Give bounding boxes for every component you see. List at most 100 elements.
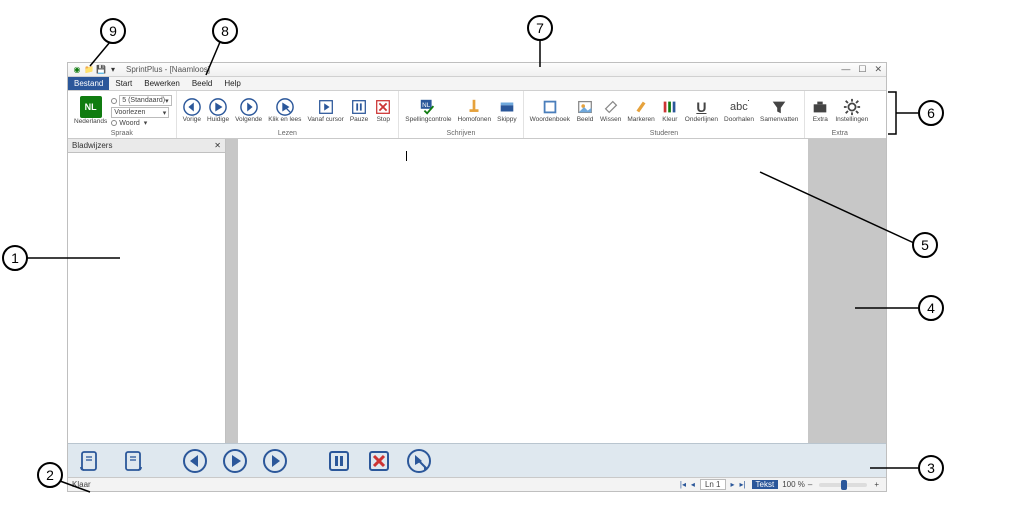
play-stop-button[interactable] <box>366 448 392 474</box>
read-current-button[interactable]: Huidige <box>205 97 231 125</box>
extra-button[interactable]: Extra <box>809 97 831 125</box>
click-play-button[interactable] <box>406 448 432 474</box>
status-ready: Klaar <box>72 480 91 489</box>
first-page-button[interactable]: |◂ <box>678 480 688 489</box>
line-indicator[interactable]: Ln 1 <box>700 479 726 490</box>
read-next-button[interactable]: Volgende <box>233 97 264 125</box>
mark-button[interactable]: Markeren <box>625 97 656 125</box>
homophones-icon <box>465 98 483 116</box>
maximize-button[interactable]: ☐ <box>858 64 866 75</box>
radio-icon[interactable] <box>111 120 117 126</box>
group-title-read: Lezen <box>181 129 395 138</box>
spellcheck-button[interactable]: NL Spellingcontrole <box>403 97 453 125</box>
language-label: Nederlands <box>74 119 107 126</box>
content-area: Bladwijzers ✕ <box>68 139 886 443</box>
close-button[interactable]: ✕ <box>874 64 882 75</box>
btn-label: Pauze <box>350 117 368 124</box>
minimize-button[interactable]: — <box>841 64 850 75</box>
btn-label: Huidige <box>207 117 229 124</box>
callout-1: 1 <box>2 245 28 271</box>
app-window: ◉ 📁 💾 ▾ SprintPlus - [Naamloos] — ☐ ✕ Be… <box>67 62 887 492</box>
menu-edit[interactable]: Bewerken <box>138 77 186 90</box>
document-viewport <box>226 139 886 443</box>
qat-dropdown-icon[interactable]: ▾ <box>108 65 118 75</box>
btn-label: Skippy <box>497 117 517 124</box>
unit-label: Woord <box>119 120 140 127</box>
radio-icon[interactable] <box>111 98 117 104</box>
zoom-value: 100 % <box>782 480 805 489</box>
play-button[interactable] <box>222 448 248 474</box>
homophones-button[interactable]: Homofonen <box>456 97 494 125</box>
menu-view[interactable]: Beeld <box>186 77 218 90</box>
zoom-slider[interactable] <box>819 483 867 487</box>
dictionary-button[interactable]: Woordenboek <box>528 97 572 125</box>
mode-select[interactable]: Voorlezen▾ <box>111 107 169 118</box>
ribbon-group-study: Woordenboek Beeld Wissen Markeren Kleur … <box>524 91 806 138</box>
btn-label: Vorige <box>183 117 201 124</box>
btn-label: Spellingcontrole <box>405 117 451 124</box>
speed-select[interactable]: 5 (Standaard)▾ <box>119 95 171 106</box>
btn-label: Woordenboek <box>530 117 570 124</box>
from-cursor-button[interactable]: Vanaf cursor <box>305 97 345 125</box>
group-title-write: Schrijven <box>403 129 518 138</box>
callout-5: 5 <box>912 232 938 258</box>
language-button[interactable]: NL Nederlands <box>72 95 109 127</box>
strike-button[interactable]: abcDoorhalen <box>722 97 756 125</box>
pause-button[interactable]: Pauze <box>348 97 370 125</box>
btn-label: Samenvatten <box>760 117 798 124</box>
eraser-icon <box>602 98 620 116</box>
erase-button[interactable]: Wissen <box>598 97 623 125</box>
group-title-extra: Extra <box>809 129 870 138</box>
svg-text:NL: NL <box>423 102 432 109</box>
bookmarks-panel: Bladwijzers ✕ <box>68 139 226 443</box>
settings-button[interactable]: Instellingen <box>833 97 870 125</box>
bookmarks-list[interactable] <box>68 153 225 443</box>
ribbon: NL Nederlands 5 (Standaard)▾ Voorlezen▾ … <box>68 91 886 139</box>
callout-2: 2 <box>37 462 63 488</box>
play-next-button[interactable] <box>262 448 288 474</box>
callout-9: 9 <box>100 18 126 44</box>
next-page-button[interactable]: ▸ <box>728 480 738 489</box>
close-icon[interactable]: ✕ <box>214 141 221 150</box>
underline-button[interactable]: UOnderlijnen <box>683 97 720 125</box>
stop-button[interactable]: Stop <box>372 97 394 125</box>
open-icon[interactable]: 📁 <box>84 65 94 75</box>
zoom-in-button[interactable]: + <box>874 480 879 489</box>
bookmarks-title: Bladwijzers <box>72 141 112 150</box>
ribbon-group-read: Vorige Huidige Volgende Klik en lees Van… <box>177 91 400 138</box>
play-icon <box>209 98 227 116</box>
strike-icon: abc <box>730 98 748 116</box>
play-pause-button[interactable] <box>326 448 352 474</box>
play-prev-button[interactable] <box>182 448 208 474</box>
color-button[interactable]: Kleur <box>659 97 681 125</box>
document-page[interactable] <box>238 139 808 443</box>
color-markers-icon <box>661 98 679 116</box>
view-mode[interactable]: Tekst <box>752 480 779 489</box>
prev-page-button[interactable]: ◂ <box>688 480 698 489</box>
menu-help[interactable]: Help <box>218 77 246 90</box>
picture-button[interactable]: Beeld <box>574 97 596 125</box>
skippy-button[interactable]: Skippy <box>495 97 519 125</box>
menu-start[interactable]: Start <box>109 77 138 90</box>
lang-badge-icon: NL <box>80 96 102 118</box>
click-read-button[interactable]: Klik en lees <box>266 97 303 125</box>
left-gutter <box>226 139 238 443</box>
btn-label: Extra <box>813 117 828 124</box>
summarize-button[interactable]: Samenvatten <box>758 97 800 125</box>
read-prev-button[interactable]: Vorige <box>181 97 203 125</box>
stop-icon <box>374 98 392 116</box>
last-page-button[interactable]: ▸| <box>738 480 748 489</box>
picture-icon <box>576 98 594 116</box>
page-next-button[interactable] <box>118 448 144 474</box>
ribbon-group-extra: Extra Instellingen Extra <box>805 91 874 138</box>
page-prev-button[interactable] <box>78 448 104 474</box>
toolbox-icon <box>811 98 829 116</box>
marker-icon <box>632 98 650 116</box>
btn-label: Stop <box>377 117 390 124</box>
text-caret <box>406 151 407 161</box>
zoom-thumb[interactable] <box>841 480 847 490</box>
btn-label: Doorhalen <box>724 117 754 124</box>
zoom-out-button[interactable]: – <box>808 480 812 489</box>
save-icon[interactable]: 💾 <box>96 65 106 75</box>
menu-file[interactable]: Bestand <box>68 77 109 90</box>
